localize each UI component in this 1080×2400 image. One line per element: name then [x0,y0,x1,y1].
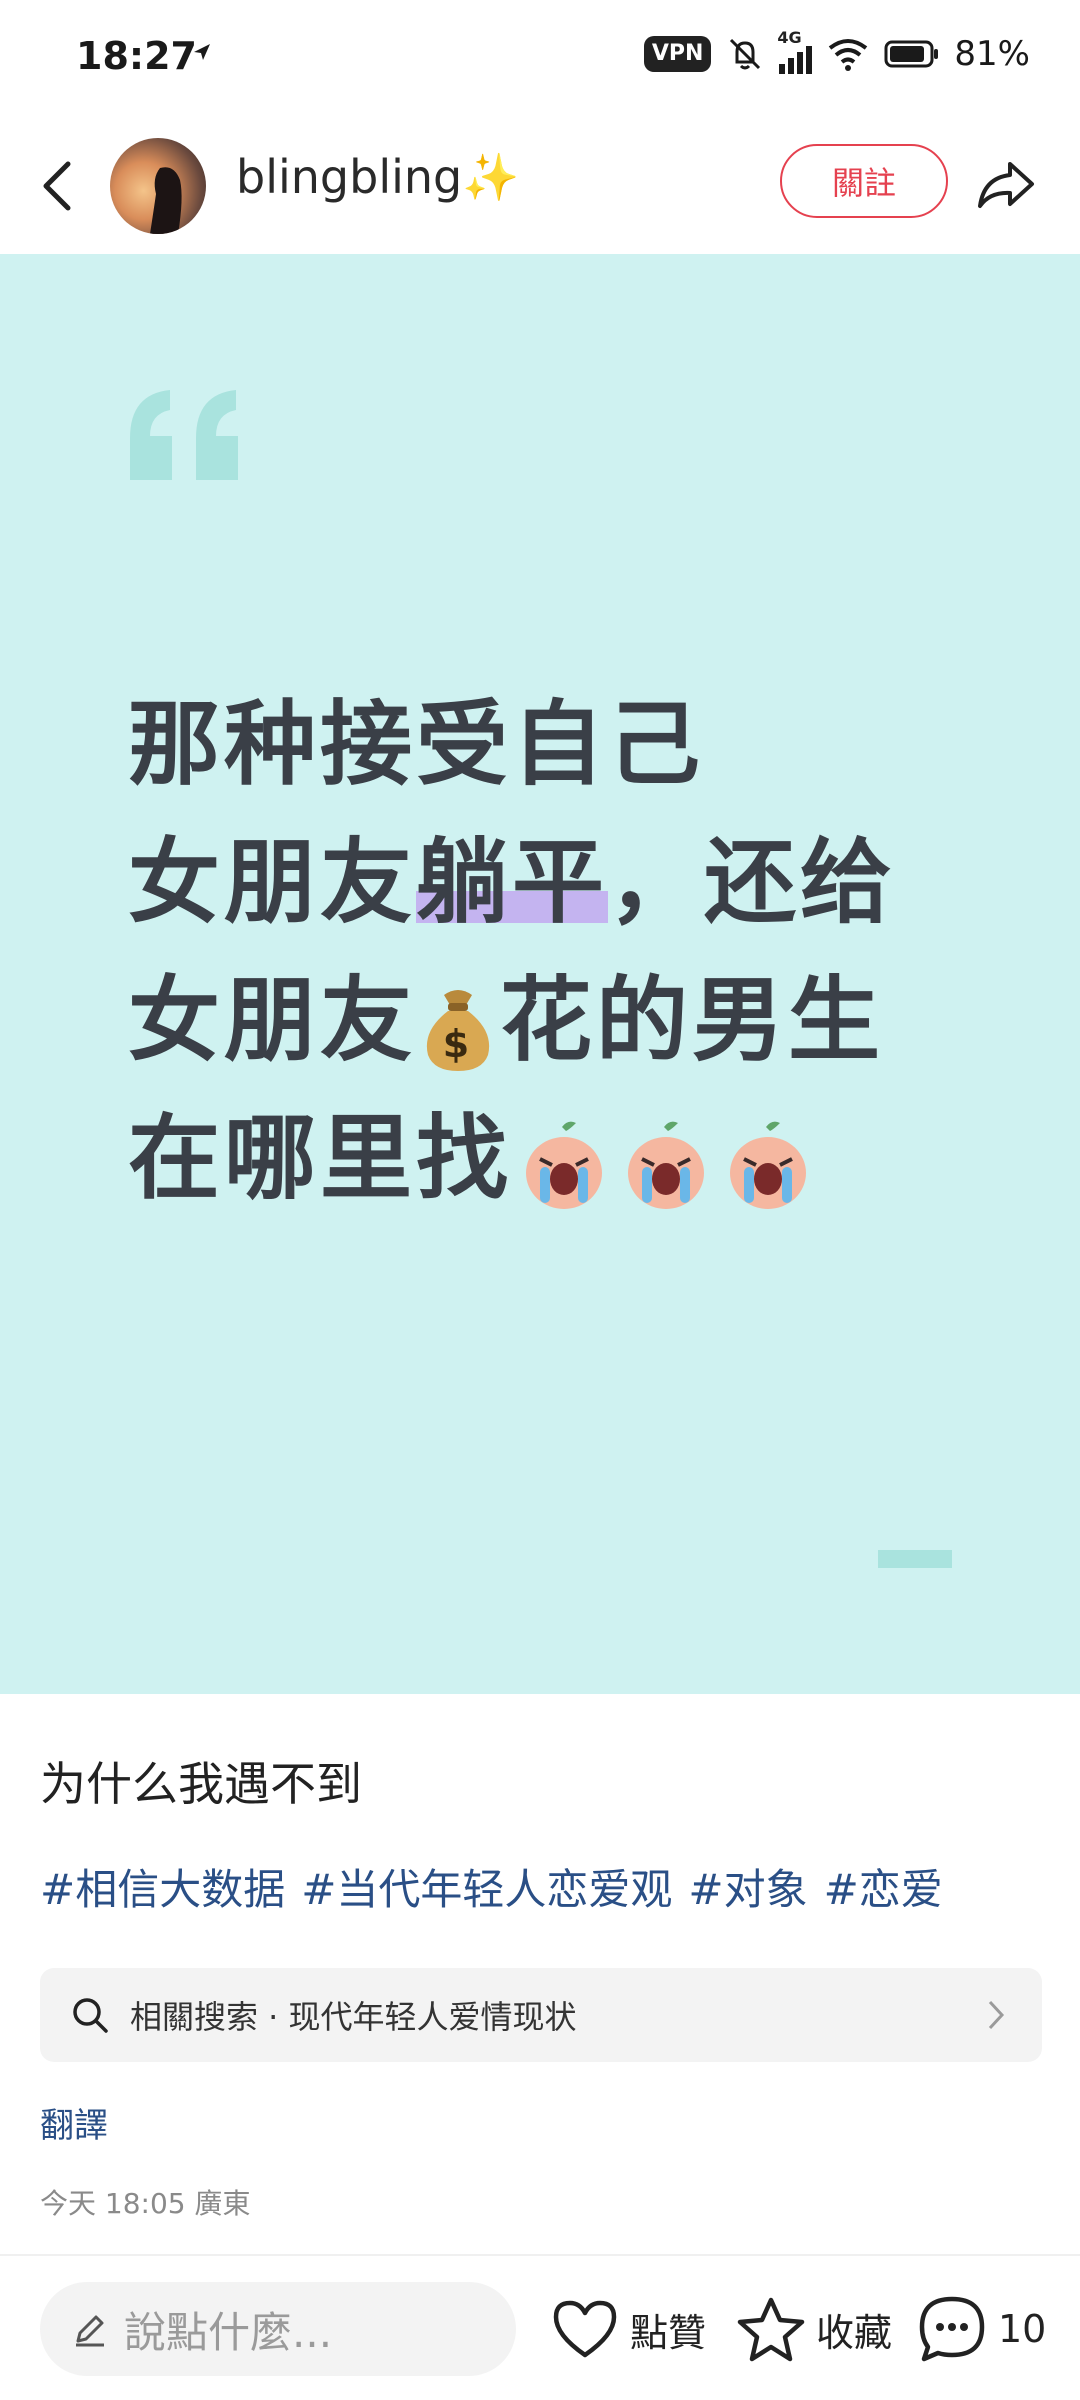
tag-link[interactable]: #当代年轻人恋爱观 [301,1856,672,1917]
comment-count: 10 [998,2307,1047,2351]
cellular-signal-icon: 4G [777,28,813,74]
translate-link[interactable]: 翻譯 [40,2098,108,2147]
related-search-bar[interactable]: 相關搜索 · 现代年轻人爱情现状 [40,1968,1042,2062]
comment-input[interactable]: 說點什麼... [40,2282,516,2376]
like-button[interactable]: 點贊 [550,2292,706,2366]
tag-link[interactable]: #恋爱 [824,1856,943,1917]
quote-mark-icon [130,390,238,480]
quote-segment: 女朋友 [128,829,417,936]
quote-text: 那种接受自己 女朋友躺平，还给 女朋友 $ 花的男生 在哪里找 [128,676,988,1228]
crying-emoji-group [516,1117,816,1213]
star-icon [737,2297,805,2362]
chevron-right-icon [988,2000,1005,2030]
status-time: 18:27 [76,34,197,78]
back-arrow-icon[interactable] [34,156,82,216]
quote-line-4: 在哪里找 [128,1090,988,1228]
quote-segment: 在哪里找 [128,1105,513,1212]
post-image[interactable]: 那种接受自己 女朋友躺平，还给 女朋友 $ 花的男生 在哪里找 [0,254,1080,1694]
comment-bubble-icon [919,2296,985,2362]
post-timestamp-location: 今天 18:05 廣東 [40,2187,251,2220]
heart-icon [553,2300,617,2358]
quote-segment: 花的男生 [500,967,885,1074]
search-icon [73,1998,108,2033]
comment-placeholder: 說點什麼... [124,2307,333,2357]
quote-line-2: 女朋友躺平，还给 [128,814,988,952]
crying-face-icon [730,1121,807,1209]
pencil-icon [76,2315,104,2347]
wifi-icon [829,39,868,71]
crying-face-icon [628,1121,705,1209]
status-bar: 18:27 VPN 4G 81% [0,0,1080,118]
tag-link[interactable]: #对象 [688,1856,807,1917]
tag-list: #相信大数据 #当代年轻人恋爱观 #对象 #恋爱 [40,1856,943,1917]
status-icons: VPN 4G 81% [643,28,1030,74]
battery-level: 81% [954,34,1030,74]
like-label: 點贊 [630,2310,707,2355]
highlighted-text: 躺平 [416,829,609,936]
battery-icon [884,40,939,68]
post-header: blingbling✨ 關註 [0,118,1080,254]
quote-line-1: 那种接受自己 [128,691,705,798]
quote-segment: 女朋友 [128,967,417,1074]
mute-bell-icon [730,38,761,70]
avatar-silhouette [150,167,182,234]
navigation-arrow-icon [194,44,210,60]
avatar[interactable] [110,138,206,234]
network-type-label: 4G [777,28,802,47]
crying-face-icon [526,1121,603,1209]
related-search-text: 相關搜索 · 现代年轻人爱情现状 [130,1998,577,2036]
money-bag-icon: $ [426,989,490,1071]
post-title: 为什么我遇不到 [40,1757,362,1811]
quote-line-3: 女朋友 $ 花的男生 [128,952,988,1090]
card-decoration-dash [878,1550,952,1568]
comment-button[interactable]: 10 [916,2292,1046,2366]
follow-button[interactable]: 關註 [780,144,948,218]
tag-link[interactable]: #相信大数据 [40,1856,285,1917]
share-icon[interactable] [974,152,1038,216]
quote-segment: ，还给 [608,829,897,936]
svg-text:$: $ [443,1022,473,1066]
username[interactable]: blingbling✨ [236,150,520,205]
favorite-button[interactable]: 收藏 [736,2292,892,2366]
divider [0,2254,1080,2256]
vpn-badge: VPN [643,36,712,72]
favorite-label: 收藏 [816,2310,893,2355]
